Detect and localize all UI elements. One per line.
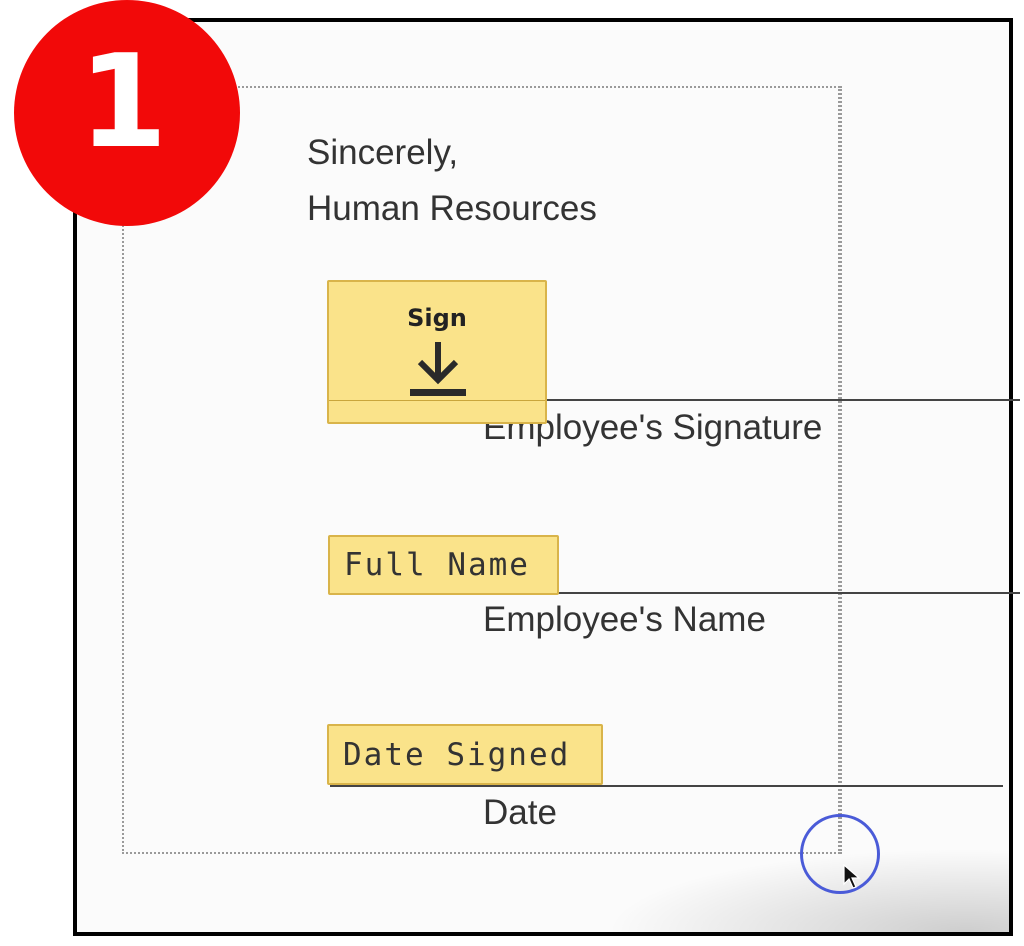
sign-field[interactable]: Sign bbox=[327, 280, 547, 424]
name-line-label: Employee's Name bbox=[483, 600, 766, 639]
sign-field-label: Sign bbox=[407, 304, 467, 332]
date-signed-field[interactable]: Date Signed bbox=[327, 724, 603, 785]
sender-name: Human Resources bbox=[307, 189, 597, 228]
shadow-overlay bbox=[577, 842, 1009, 932]
step-badge: 1 bbox=[14, 0, 240, 226]
step-number: 1 bbox=[78, 27, 168, 177]
closing-text: Sincerely, bbox=[307, 133, 459, 172]
date-line-label: Date bbox=[483, 793, 557, 832]
field-underline bbox=[329, 400, 545, 401]
mouse-pointer-icon bbox=[843, 864, 861, 889]
download-arrow-icon bbox=[410, 342, 466, 396]
alignment-guide bbox=[840, 86, 842, 854]
cursor-highlight bbox=[800, 814, 880, 894]
date-line bbox=[330, 785, 1003, 787]
full-name-field[interactable]: Full Name bbox=[328, 535, 559, 595]
